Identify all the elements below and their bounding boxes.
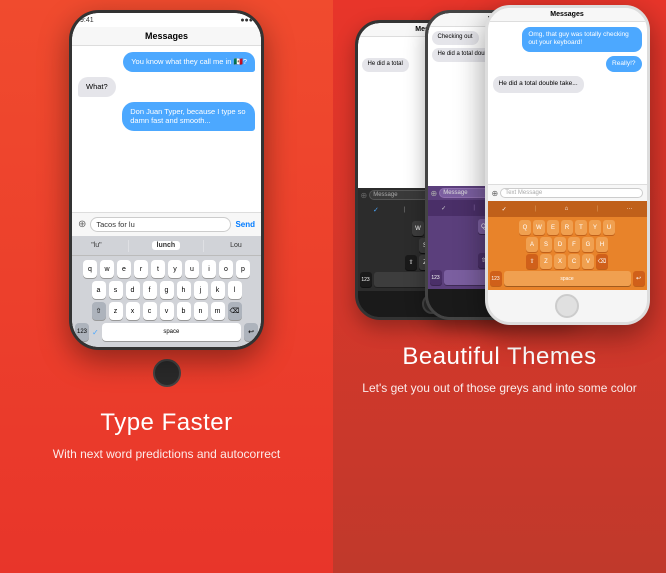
key-w[interactable]: w [100, 260, 114, 278]
key-delete[interactable]: ⌫ [228, 302, 242, 320]
key-j[interactable]: j [194, 281, 208, 299]
messages-area: You know what they call me in 🇲🇽? What? … [72, 46, 261, 212]
phone3-home[interactable] [555, 294, 579, 318]
phone3-messages: Omg, that guy was totally checking out y… [488, 22, 647, 184]
key-k[interactable]: k [211, 281, 225, 299]
key-n[interactable]: n [194, 302, 208, 320]
key-c[interactable]: c [143, 302, 157, 320]
key-o[interactable]: o [219, 260, 233, 278]
key-z[interactable]: z [109, 302, 123, 320]
signal: ●●● [240, 17, 253, 24]
phone3-bubble-1: Omg, that guy was totally checking out y… [522, 27, 641, 52]
input-field[interactable]: Tacos for lu [90, 217, 231, 232]
key-e[interactable]: e [117, 260, 131, 278]
key-m[interactable]: m [211, 302, 225, 320]
keyboard: q w e r t y u i o p a s d [72, 256, 261, 347]
phone2-bubble-1: Checking out [432, 31, 479, 45]
input-bar: ⊕ Tacos for lu Send [72, 212, 261, 236]
key-f[interactable]: f [143, 281, 157, 299]
key-l[interactable]: l [228, 281, 242, 299]
key-s[interactable]: s [109, 281, 123, 299]
autocorrect-item-1[interactable]: "lu" [87, 242, 105, 249]
key-row-4: 123 ✓ space ↩ [75, 323, 258, 341]
left-panel: 9:41 ●●● Messages You know what they cal… [0, 0, 333, 573]
autocorrect-item-3[interactable]: Lou [226, 242, 246, 249]
phone3-bubble-3: He did a total double take... [493, 76, 584, 92]
key-a[interactable]: a [92, 281, 106, 299]
key-p[interactable]: p [236, 260, 250, 278]
left-bottom-text: Type Faster With next word predictions a… [33, 391, 300, 473]
left-phone: 9:41 ●●● Messages You know what they cal… [69, 10, 264, 350]
camera-icon: ⊕ [78, 219, 86, 230]
autocorrect-bar: "lu" lunch Lou [72, 236, 261, 256]
key-row-3: ⇧ z x c v b n m ⌫ [75, 302, 258, 320]
key-numbers[interactable]: 123 [75, 323, 89, 341]
left-phone-screen: 9:41 ●●● Messages You know what they cal… [72, 13, 261, 347]
send-button[interactable]: Send [235, 220, 255, 229]
messages-header: Messages [72, 27, 261, 46]
key-i[interactable]: i [202, 260, 216, 278]
key-q[interactable]: q [83, 260, 97, 278]
left-phone-wrapper: 9:41 ●●● Messages You know what they cal… [69, 10, 264, 391]
left-subtitle: With next word predictions and autocorre… [53, 445, 280, 463]
phone1-bubble-2: He did a total [362, 58, 409, 72]
phone3-keyboard: Q W E R T Y U A S D F G H [488, 217, 647, 290]
key-b[interactable]: b [177, 302, 191, 320]
right-panel: Messages ble take... He did a total ⊕ Me… [333, 0, 666, 573]
key-space[interactable]: space [102, 323, 241, 341]
bubble-sent-1: You know what they call me in 🇲🇽? [123, 52, 255, 72]
bubble-sent-2: Don Juan Typer, because I type so damn f… [122, 102, 255, 132]
phone3-autocorrect: ✓ | ⌂ | ··· [488, 201, 647, 217]
key-h[interactable]: h [177, 281, 191, 299]
key-y[interactable]: y [168, 260, 182, 278]
phone-front-right: Messages Omg, that guy was totally check… [485, 5, 650, 325]
key-t[interactable]: t [151, 260, 165, 278]
phone3-input-field[interactable]: Text Message [500, 188, 642, 198]
right-title: Beautiful Themes [362, 343, 636, 371]
key-u[interactable]: u [185, 260, 199, 278]
status-bar: 9:41 ●●● [72, 13, 261, 27]
check-icon: ✓ [92, 328, 99, 337]
key-g[interactable]: g [160, 281, 174, 299]
key-d[interactable]: d [126, 281, 140, 299]
phone3-bubble-2: Really!? [606, 56, 641, 72]
phones-stack: Messages ble take... He did a total ⊕ Me… [345, 5, 655, 325]
time: 9:41 [80, 17, 94, 24]
autocorrect-item-2[interactable]: lunch [152, 241, 181, 250]
phone3-header: Messages [488, 8, 647, 22]
right-subtitle: Let's get you out of those greys and int… [362, 379, 636, 397]
key-row-2: a s d f g h j k l [75, 281, 258, 299]
key-v[interactable]: v [160, 302, 174, 320]
phone3-input: ⊕ Text Message [488, 184, 647, 201]
home-button-left[interactable] [153, 359, 181, 387]
key-x[interactable]: x [126, 302, 140, 320]
key-r[interactable]: r [134, 260, 148, 278]
bubble-received-1: What? [78, 77, 116, 97]
right-bottom-text: Beautiful Themes Let's get you out of th… [342, 325, 656, 407]
messages-title: Messages [145, 31, 188, 41]
key-row-1: q w e r t y u i o p [75, 260, 258, 278]
left-title: Type Faster [53, 409, 280, 437]
key-return[interactable]: ↩ [244, 323, 258, 341]
key-shift[interactable]: ⇧ [92, 302, 106, 320]
